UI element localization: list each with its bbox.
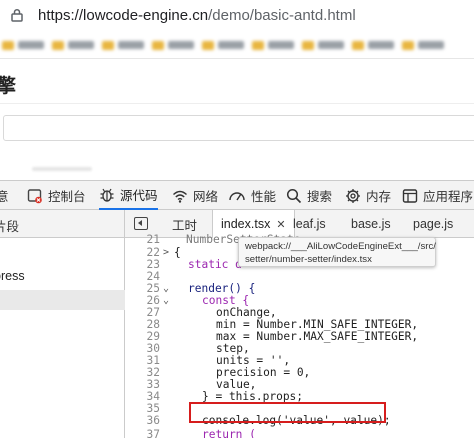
tab-sources[interactable]: 源代码 — [99, 181, 158, 210]
folder-icon — [52, 40, 64, 50]
bookmark-item[interactable] — [52, 40, 94, 50]
divider — [0, 103, 474, 104]
gauge-icon — [229, 191, 245, 200]
close-icon[interactable]: ✕ — [276, 218, 285, 231]
folder-icon — [252, 40, 264, 50]
bookmark-label — [118, 41, 144, 49]
code-line: static d — [188, 258, 242, 271]
line-gutter: 21 22 23 24 25 26 27 28 29 30 31 32 33 3… — [126, 233, 162, 438]
lock-icon — [11, 8, 23, 22]
bookmark-label — [368, 41, 394, 49]
code-line: { — [174, 246, 181, 259]
file-tab-label: index.tsx — [221, 217, 271, 231]
folder-icon — [2, 40, 14, 50]
tab-console[interactable]: 控制台 — [27, 181, 86, 210]
navigator-panel: press — [0, 238, 125, 438]
file-tab-label: leaf.js — [293, 217, 326, 231]
tab-application[interactable]: 应用程序 — [402, 181, 473, 210]
tab-label: 意 — [0, 190, 9, 204]
bookmark-item[interactable] — [102, 40, 144, 50]
tab-label: 性能 — [251, 190, 277, 204]
file-tab-label: base.js — [351, 217, 391, 231]
navigator-item[interactable]: press — [0, 269, 25, 283]
tab-label: 内存 — [366, 190, 392, 204]
bookmark-label — [318, 41, 344, 49]
address-bar[interactable]: https://lowcode-engine.cn/demo/basic-ant… — [0, 0, 474, 32]
navigator-header: 片段 — [0, 210, 125, 238]
devtools-tab-bar: 意 控制台 源代码 网络 性能 搜索 内存 应用程序 — [0, 180, 474, 210]
highlight-box — [189, 402, 386, 423]
bookmark-label — [68, 41, 94, 49]
line-number[interactable]: 21 — [126, 233, 160, 246]
folder-icon — [202, 40, 214, 50]
file-tab-base-js[interactable]: base.js — [351, 210, 391, 238]
bookmark-item[interactable] — [402, 40, 444, 50]
bookmark-item[interactable] — [152, 40, 194, 50]
bookmark-item[interactable] — [202, 40, 244, 50]
tab-elements-cut[interactable]: 意 — [0, 181, 9, 210]
url-text[interactable]: https://lowcode-engine.cn/demo/basic-ant… — [38, 7, 356, 24]
tab-network[interactable]: 网络 — [172, 181, 218, 210]
gear-icon — [346, 188, 360, 203]
page-input[interactable] — [3, 115, 474, 141]
bookmark-label — [218, 41, 244, 49]
bookmark-label — [268, 41, 294, 49]
source-label-text: 工时 — [172, 218, 198, 233]
file-tab-label: page.js — [413, 217, 454, 231]
webpage-content: 擎 — [0, 58, 474, 180]
fold-arrow-icon[interactable]: > — [163, 247, 169, 258]
folder-icon — [152, 40, 164, 50]
fold-arrow-icon[interactable]: ⌄ — [163, 283, 169, 294]
folder-icon — [102, 40, 114, 50]
url-host: https://lowcode-engine.cn — [38, 7, 209, 24]
bookmark-item[interactable] — [2, 40, 44, 50]
navigator-tab-snippets[interactable]: 片段 — [0, 216, 19, 235]
bookmark-item[interactable] — [252, 40, 294, 50]
line-number[interactable]: 36 — [126, 414, 160, 427]
tooltip-line: webpack://___AliLowCodeEngineExt___/src/ — [245, 241, 436, 252]
folder-icon — [402, 40, 414, 50]
bookmark-item[interactable] — [302, 40, 344, 50]
tab-label: 网络 — [193, 190, 219, 204]
folder-icon — [302, 40, 314, 50]
tab-label: 源代码 — [120, 189, 158, 203]
tab-performance[interactable]: 性能 — [228, 181, 276, 210]
navigator-selected-row[interactable] — [0, 290, 125, 310]
bookmarks-bar — [0, 32, 474, 58]
file-path-tooltip: webpack://___AliLowCodeEngineExt___/src/… — [238, 237, 436, 267]
bookmark-label — [168, 41, 194, 49]
file-tab-page-js[interactable]: page.js — [413, 210, 453, 238]
search-icon — [286, 188, 302, 203]
bookmark-item[interactable] — [352, 40, 394, 50]
tab-memory[interactable]: 内存 — [345, 181, 391, 210]
code-line: return ( — [202, 428, 256, 438]
toggle-navigator-icon[interactable] — [134, 217, 148, 230]
page-heading: 擎 — [0, 76, 17, 97]
line-number[interactable]: 37 — [126, 428, 160, 438]
url-path: /demo/basic-antd.html — [208, 7, 356, 24]
bookmark-label — [418, 41, 444, 49]
screenshot-root: https://lowcode-engine.cn/demo/basic-ant… — [0, 0, 474, 438]
tab-label: 应用程序 — [423, 190, 474, 204]
wifi-icon — [173, 190, 187, 203]
bookmark-label — [18, 41, 44, 49]
tooltip-line: setter/number-setter/index.tsx — [245, 254, 372, 265]
faint-text — [32, 167, 92, 171]
console-icon — [27, 188, 42, 203]
tab-search[interactable]: 搜索 — [286, 181, 332, 210]
app-window-icon — [402, 188, 418, 203]
tab-label: 搜索 — [307, 190, 333, 204]
tab-label: 控制台 — [48, 190, 86, 204]
fold-arrow-icon[interactable]: ⌄ — [163, 295, 169, 306]
folder-icon — [352, 40, 364, 50]
bug-icon — [100, 188, 114, 202]
